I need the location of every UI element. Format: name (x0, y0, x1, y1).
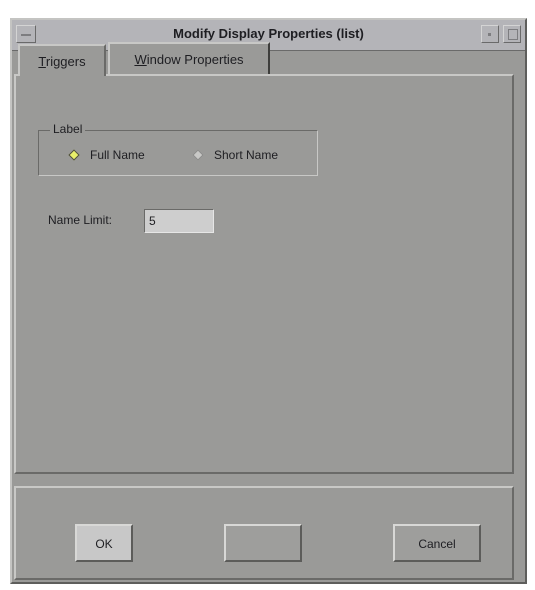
cancel-button[interactable]: Cancel (393, 524, 481, 562)
minimize-icon (488, 33, 491, 36)
radio-short-name[interactable]: Short Name (192, 148, 314, 164)
tab-mnemonic: T (38, 54, 46, 69)
radio-unselected-icon (192, 149, 204, 161)
maximize-button[interactable] (503, 25, 521, 43)
ok-button[interactable]: OK (75, 524, 133, 562)
window-title: Modify Display Properties (list) (173, 26, 364, 41)
radio-label: Full Name (90, 148, 145, 162)
tab-triggers[interactable]: Triggers (18, 44, 106, 76)
radio-full-name[interactable]: Full Name (68, 148, 180, 164)
label-group-title: Label (50, 122, 86, 136)
maximize-icon (508, 29, 518, 40)
tab-mnemonic: W (134, 52, 147, 67)
minimize-button[interactable] (481, 25, 499, 43)
radio-label: Short Name (214, 148, 279, 162)
name-limit-label: Name Limit: (48, 213, 113, 227)
tab-label: riggers (45, 54, 86, 69)
tab-label: indow Properties (146, 52, 244, 67)
apply-button[interactable] (224, 524, 302, 562)
tab-window-properties[interactable]: Window Properties (108, 42, 270, 74)
radio-selected-icon (68, 149, 80, 161)
name-limit-field[interactable]: 5 (144, 209, 214, 233)
